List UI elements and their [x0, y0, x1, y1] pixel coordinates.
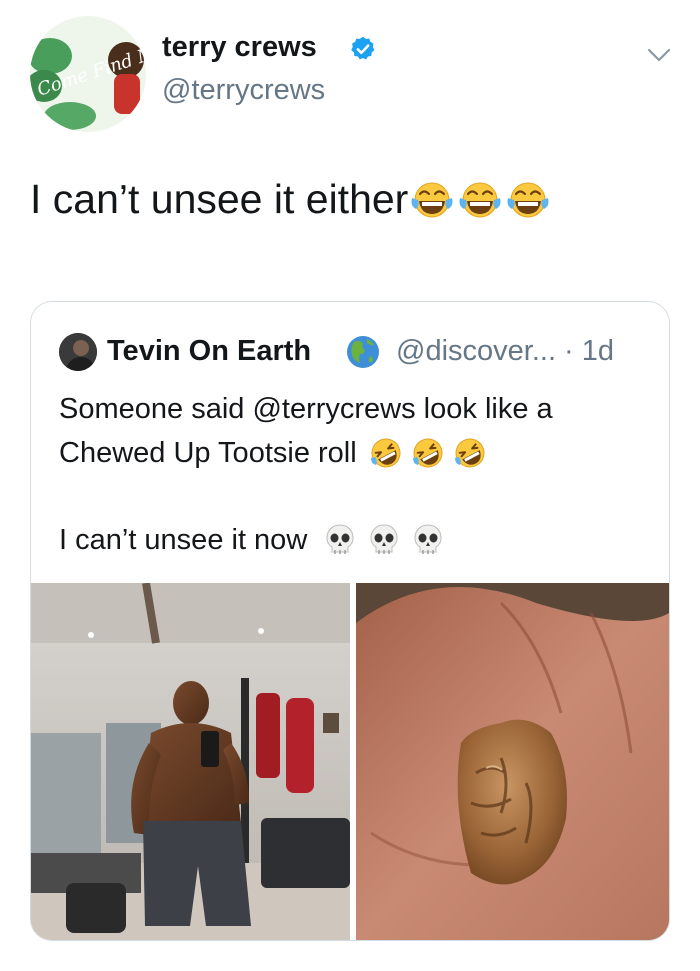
- face-with-tears-of-joy-icon: [411, 182, 453, 217]
- quoted-text-line-2-content: Chewed Up Tootsie roll: [59, 436, 357, 469]
- author-display-name[interactable]: terry crews: [162, 31, 317, 64]
- skull-icon: [414, 524, 442, 554]
- quoted-line-2-emojis: [369, 436, 487, 470]
- quoted-author-avatar[interactable]: [59, 333, 97, 371]
- rolling-on-the-floor-laughing-icon: [370, 438, 401, 468]
- quoted-text-line-1: Someone said @terrycrews look like a: [59, 393, 553, 425]
- quoted-text-line-3: I can’t unsee it now: [59, 523, 443, 557]
- author-handle[interactable]: @terrycrews: [162, 74, 325, 107]
- avatar-photo-icon: [59, 333, 97, 371]
- verified-badge-icon: [351, 36, 375, 60]
- tweet-text-content: I can’t unsee it either: [30, 176, 409, 222]
- face-with-tears-of-joy-icon: [459, 182, 501, 217]
- rolling-on-the-floor-laughing-icon: [412, 438, 443, 468]
- skull-icon: [370, 524, 398, 554]
- rolling-on-the-floor-laughing-icon: [454, 438, 485, 468]
- quoted-line-3-emojis: [325, 523, 443, 557]
- chewed-tootsie-roll-in-hand-photo[interactable]: [356, 583, 669, 940]
- quoted-tweet-card[interactable]: Tevin On Earth @discover... · 1d Someone…: [30, 301, 670, 941]
- author-avatar[interactable]: Come Find Me: [30, 16, 146, 132]
- avatar-comefindme-illustration: Come Find Me: [30, 16, 146, 132]
- quoted-text-line-3-content: I can’t unsee it now: [59, 523, 308, 556]
- chevron-down-icon[interactable]: [646, 46, 672, 64]
- quoted-author-display-name[interactable]: Tevin On Earth: [107, 335, 311, 368]
- tweet-text: I can’t unsee it either: [30, 176, 550, 223]
- gym-mirror-selfie-photo[interactable]: [31, 582, 350, 940]
- tweet-emojis: [410, 180, 550, 220]
- quoted-tweet-media: [31, 582, 669, 940]
- quoted-text-line-2: Chewed Up Tootsie roll: [59, 436, 487, 470]
- quoted-author-handle-time[interactable]: @discover... · 1d: [396, 335, 614, 368]
- skull-icon: [326, 524, 354, 554]
- face-with-tears-of-joy-icon: [507, 182, 549, 217]
- globe-americas-icon: [347, 336, 379, 368]
